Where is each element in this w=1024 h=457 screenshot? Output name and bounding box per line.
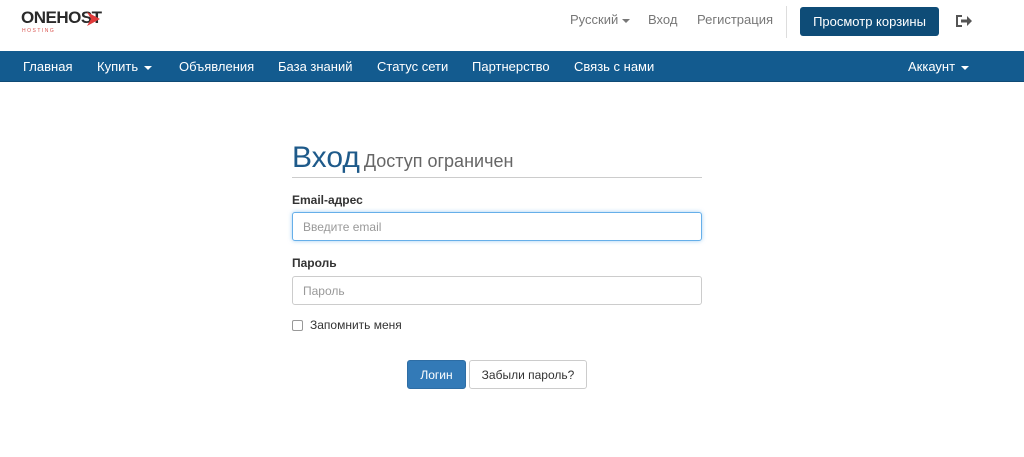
language-selector[interactable]: Русский <box>570 12 631 28</box>
chevron-down-icon <box>622 18 631 23</box>
header-divider <box>786 6 787 38</box>
main-navbar: Главная Купить Объявления База знаний Ст… <box>0 51 1024 82</box>
sign-out-icon[interactable] <box>955 13 973 29</box>
nav-item-knowledgebase[interactable]: База знаний <box>278 59 353 75</box>
nav-item-contact[interactable]: Связь с нами <box>574 59 654 75</box>
login-title: Вход <box>292 141 360 174</box>
login-button[interactable]: Логин <box>407 360 466 389</box>
remember-me-label: Запомнить меня <box>310 318 402 332</box>
page-title: Вход Доступ ограничен <box>292 140 702 179</box>
nav-item-home[interactable]: Главная <box>23 59 72 75</box>
login-panel: ВходДоступ ограничен Email-адрес Пароль … <box>292 140 702 389</box>
forgot-password-button[interactable]: Забыли пароль? <box>469 360 587 389</box>
password-label: Пароль <box>292 256 337 270</box>
remember-me-checkbox[interactable] <box>292 319 303 331</box>
nav-item-buy-label: Купить <box>97 59 139 74</box>
top-header: ONEHOST HOSTING Русский Вход Регистрация… <box>0 0 1024 51</box>
login-link[interactable]: Вход <box>648 12 677 28</box>
chevron-right-icon <box>87 12 100 26</box>
nav-item-announcements[interactable]: Объявления <box>179 59 254 75</box>
email-field[interactable] <box>292 212 702 241</box>
language-label: Русский <box>570 12 619 27</box>
title-divider <box>292 177 702 178</box>
register-link[interactable]: Регистрация <box>697 12 773 28</box>
nav-item-buy[interactable]: Купить <box>97 59 153 75</box>
brand-logo[interactable]: ONEHOST HOSTING <box>21 9 111 37</box>
nav-item-account[interactable]: Аккаунт <box>908 59 970 75</box>
email-label: Email-адрес <box>292 193 363 207</box>
view-cart-button[interactable]: Просмотр корзины <box>800 7 939 36</box>
login-subtitle: Доступ ограничен <box>363 151 514 171</box>
nav-item-network-status[interactable]: Статус сети <box>377 59 448 75</box>
chevron-down-icon <box>144 65 153 70</box>
password-field[interactable] <box>292 276 702 305</box>
nav-item-affiliates[interactable]: Партнерство <box>472 59 550 75</box>
brand-tagline: HOSTING <box>22 28 56 34</box>
chevron-down-icon <box>961 65 970 70</box>
remember-me[interactable]: Запомнить меня <box>292 318 402 332</box>
nav-item-account-label: Аккаунт <box>908 59 956 74</box>
